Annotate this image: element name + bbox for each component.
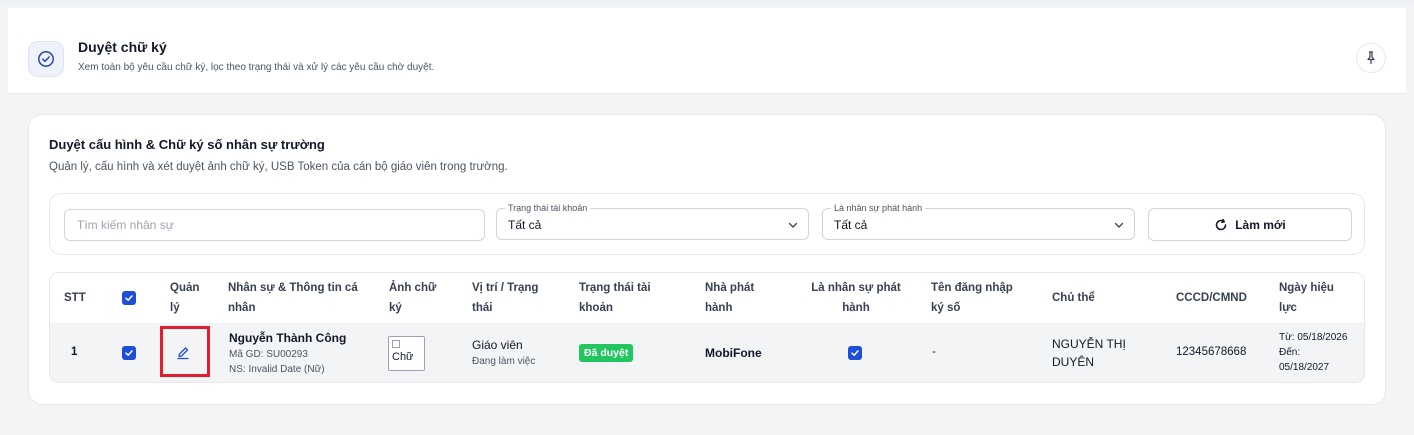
- search-input[interactable]: [64, 209, 485, 241]
- col-is-issuer-staff: Là nhân sự phát hành: [811, 282, 901, 314]
- work-status: Đang làm việc: [472, 356, 536, 367]
- chevron-down-icon: [1114, 222, 1124, 228]
- col-subject: Chủ thể: [1052, 292, 1095, 304]
- staff-dob: NS: Invalid Date (Nữ): [229, 364, 325, 375]
- refresh-icon: [1215, 218, 1227, 230]
- account-status-label: Trạng thái tài khoản: [505, 203, 591, 213]
- check-icon: [125, 350, 133, 356]
- page-subtitle: Xem toàn bộ yêu cầu chữ ký, lọc theo trạ…: [78, 62, 435, 73]
- signature-image[interactable]: Chữ: [388, 336, 425, 371]
- valid-to: 05/18/2027: [1279, 362, 1330, 373]
- page-header: Duyệt chữ ký Xem toàn bộ yêu cầu chữ ký,…: [8, 8, 1406, 94]
- pin-icon: [1367, 51, 1375, 64]
- account-status-select[interactable]: Trạng thái tài khoản Tất cả: [496, 203, 809, 240]
- staff-table: STT Quản lý Nhân sự & Thông tin cá nhân Ản…: [49, 272, 1365, 383]
- col-issuer: Nhà phát hành: [705, 282, 755, 314]
- check-icon: [851, 350, 859, 356]
- is-issuer-checkbox[interactable]: [848, 346, 862, 360]
- select-all-checkbox[interactable]: [122, 291, 136, 305]
- col-position-status: Vị trí / Trạng thái: [472, 282, 539, 314]
- chevron-down-icon: [788, 222, 798, 228]
- refresh-button[interactable]: Làm mới: [1148, 208, 1352, 241]
- staff-code: Mã GD: SU00293: [229, 349, 308, 360]
- col-signing-login: Tên đăng nhập ký số: [931, 282, 1013, 314]
- issuer-staff-value: Tất cả: [834, 218, 868, 232]
- col-manage: Quản lý: [170, 282, 200, 314]
- signing-login: -: [932, 346, 936, 358]
- issuer: MobiFone: [705, 346, 762, 360]
- table-row[interactable]: 1 Nguyễn Thành Công Mã GD: SU00293 NS: I…: [50, 323, 1364, 382]
- issuer-staff-select[interactable]: Là nhân sự phát hành Tất cả: [822, 203, 1135, 240]
- subject-line-1: NGUYỄN THỊ: [1052, 337, 1126, 351]
- col-account-status: Trạng thái tài khoản: [579, 282, 651, 314]
- row-checkbox[interactable]: [122, 346, 136, 360]
- account-status-value: Tất cả: [508, 218, 542, 232]
- signature-config-card: Duyệt cấu hình & Chữ ký số nhân sự trườn…: [28, 114, 1386, 405]
- main-area: Duyệt cấu hình & Chữ ký số nhân sự trườn…: [8, 95, 1406, 435]
- position: Giáo viên: [472, 338, 523, 352]
- col-valid-date: Ngày hiệu lực: [1279, 282, 1334, 314]
- pin-button[interactable]: [1356, 43, 1386, 73]
- col-staff-info: Nhân sự & Thông tin cá nhân: [228, 282, 358, 314]
- card-subtitle: Quản lý, cấu hình và xét duyệt ảnh chữ k…: [49, 161, 508, 173]
- valid-to-label: Đến:: [1279, 347, 1301, 358]
- table-header: STT Quản lý Nhân sự & Thông tin cá nhân Ản…: [50, 273, 1364, 323]
- staff-name: Nguyễn Thành Công: [229, 331, 347, 345]
- page-title: Duyệt chữ ký: [78, 39, 167, 55]
- refresh-label: Làm mới: [1235, 217, 1286, 232]
- col-stt: STT: [64, 292, 86, 304]
- col-signature-image: Ảnh chữ ký: [389, 282, 437, 314]
- row-stt: 1: [71, 346, 78, 358]
- cccd-number: 12345678668: [1176, 346, 1247, 358]
- broken-image-icon: [392, 340, 400, 348]
- pencil-icon: [177, 347, 189, 360]
- edit-button[interactable]: [176, 346, 190, 360]
- check-icon: [125, 295, 133, 301]
- issuer-staff-label: Là nhân sự phát hành: [831, 203, 926, 213]
- subject-line-2: DUYÊN: [1052, 355, 1095, 369]
- top-shadow-bar: [0, 0, 1414, 8]
- filter-bar: Trạng thái tài khoản Tất cả Là nhân sự p…: [49, 193, 1365, 255]
- status-badge: Đã duyệt: [579, 344, 634, 362]
- signature-alt-text: Chữ: [392, 351, 414, 363]
- check-circle-icon: [28, 41, 64, 77]
- card-title: Duyệt cấu hình & Chữ ký số nhân sự trườn…: [49, 137, 325, 152]
- col-cccd: CCCD/CMND: [1176, 292, 1247, 304]
- valid-from: Từ: 05/18/2026: [1279, 332, 1348, 343]
